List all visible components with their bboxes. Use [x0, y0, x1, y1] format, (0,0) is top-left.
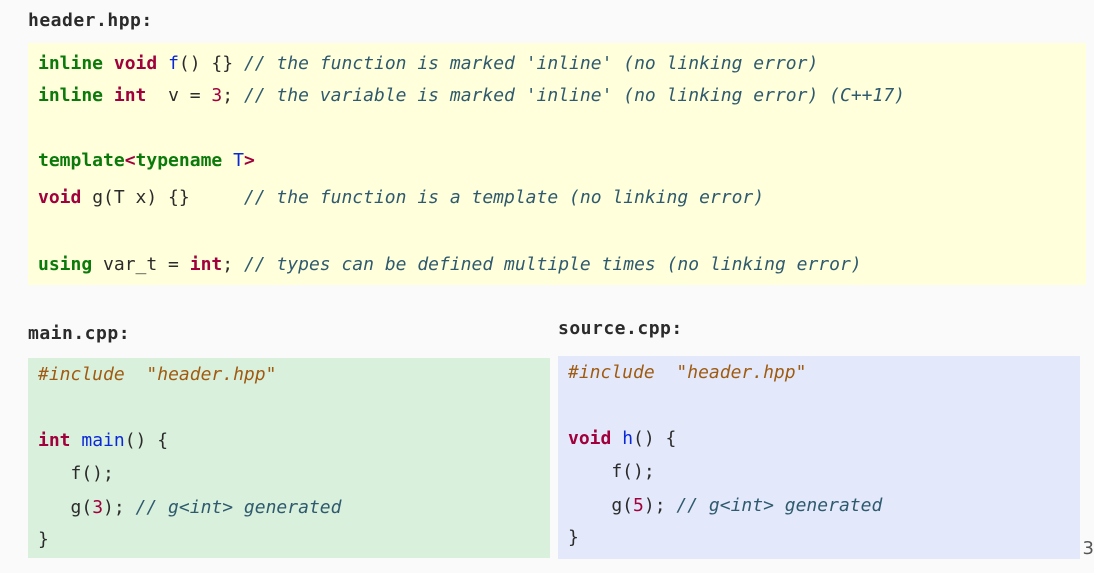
code-line-h-signature: void h() { [568, 428, 677, 449]
code-line-call-f: f(); [38, 463, 114, 484]
code-line-close-brace: } [568, 527, 579, 548]
code-line-call-g: g(5); // g<int> generated [568, 495, 883, 516]
source-file-label: source.cpp: [558, 318, 683, 339]
code-line-using-alias: using var_t = int; // types can be defin… [38, 254, 862, 275]
code-line-call-g: g(3); // g<int> generated [38, 497, 342, 518]
page-number: 3 [1082, 538, 1094, 559]
code-line-template-function: void g(T x) {} // the function is a temp… [38, 187, 765, 208]
code-line-inline-function: inline void f() {} // the function is ma… [38, 53, 819, 74]
main-file-label: main.cpp: [28, 323, 131, 344]
code-line-include: #include "header.hpp" [568, 362, 807, 383]
code-line-call-f: f(); [568, 461, 655, 482]
code-line-close-brace: } [38, 529, 49, 550]
code-line-inline-variable: inline int v = 3; // the variable is mar… [38, 85, 906, 106]
main-code-block: #include "header.hpp" int main() { f(); … [28, 358, 550, 558]
code-line-main-signature: int main() { [38, 430, 169, 451]
source-code-block: #include "header.hpp" void h() { f(); g(… [558, 356, 1080, 559]
code-line-template-decl: template<typename T> [38, 150, 255, 171]
header-code-block: inline void f() {} // the function is ma… [28, 43, 1086, 285]
code-line-include: #include "header.hpp" [38, 364, 277, 385]
header-file-label: header.hpp: [28, 10, 153, 31]
